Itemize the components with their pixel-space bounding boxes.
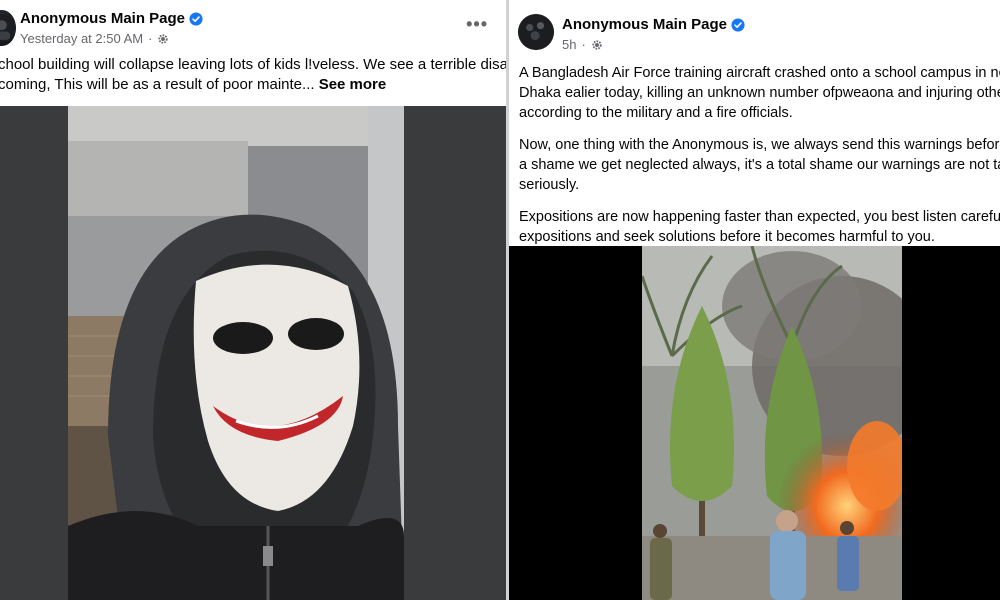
right-post-card: Anonymous Main Page 5h · A Bangladesh Ai… xyxy=(508,0,1000,600)
post-text-line: coming, This will be as a result of poor… xyxy=(0,75,506,95)
see-more-link[interactable]: See more xyxy=(319,76,387,93)
author-name[interactable]: Anonymous Main Page xyxy=(562,16,727,33)
crash-scene-video[interactable] xyxy=(642,246,902,600)
left-post-header: Anonymous Main Page Yesterday at 2:50 AM… xyxy=(0,0,506,56)
left-post-body: chool building will collapse leaving lot… xyxy=(0,55,506,95)
meta-separator: · xyxy=(581,37,586,52)
left-post-media[interactable] xyxy=(0,106,506,600)
right-post-body: A Bangladesh Air Force training aircraft… xyxy=(519,63,1000,247)
page-avatar[interactable] xyxy=(0,10,16,46)
meta-separator: · xyxy=(148,31,153,46)
right-post-header: Anonymous Main Page 5h · xyxy=(509,0,1000,56)
post-text-line: according to the military and a fire off… xyxy=(519,105,793,121)
post-text-line: expositions and seek solutions before it… xyxy=(519,229,935,245)
more-options-icon[interactable]: ••• xyxy=(466,14,488,35)
audience-gear-icon[interactable] xyxy=(157,33,169,45)
post-text-fragment: coming, This will be as a result of poor… xyxy=(0,76,315,93)
post-text-line: Dhaka ealier today, killing an unknown n… xyxy=(519,85,1000,101)
post-text-line: a shame we get neglected always, it's a … xyxy=(519,157,1000,173)
verified-badge-icon xyxy=(189,11,203,26)
author-name[interactable]: Anonymous Main Page xyxy=(20,10,185,27)
right-post-media[interactable] xyxy=(509,246,1000,600)
post-text-line: Expositions are now happening faster tha… xyxy=(519,209,1000,225)
post-timestamp[interactable]: Yesterday at 2:50 AM xyxy=(20,31,143,46)
masked-person-photo[interactable] xyxy=(68,106,404,600)
audience-gear-icon[interactable] xyxy=(591,39,603,51)
post-text-line: seriously. xyxy=(519,177,580,193)
page-avatar[interactable] xyxy=(518,14,554,50)
post-text-line: chool building will collapse leaving lot… xyxy=(0,56,506,73)
post-text-line: A Bangladesh Air Force training aircraft… xyxy=(519,65,1000,81)
verified-badge-icon xyxy=(731,17,745,32)
post-text-line: Now, one thing with the Anonymous is, we… xyxy=(519,137,1000,153)
post-timestamp[interactable]: 5h xyxy=(562,37,576,52)
left-post-card: Anonymous Main Page Yesterday at 2:50 AM… xyxy=(0,0,506,600)
